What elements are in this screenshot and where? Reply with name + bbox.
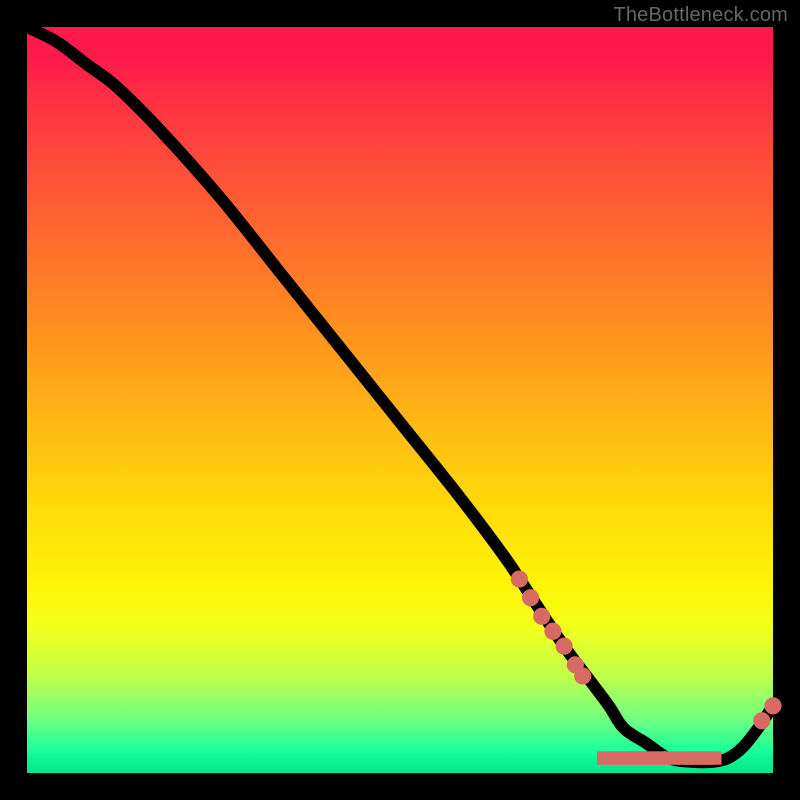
chart-svg: [27, 27, 773, 773]
bottleneck-curve: [27, 27, 773, 762]
highlight-marker: [513, 572, 526, 585]
watermark-text: TheBottleneck.com: [613, 4, 788, 27]
chart-frame: TheBottleneck.com: [0, 0, 800, 800]
end-marker: [755, 714, 768, 727]
highlight-marker: [557, 639, 570, 652]
highlight-marker: [535, 610, 548, 623]
barcode-cluster: [605, 751, 713, 764]
highlight-marker: [546, 625, 559, 638]
highlight-marker: [576, 669, 589, 682]
plot-area: [27, 27, 773, 773]
end-marker: [766, 699, 779, 712]
highlight-marker: [524, 591, 537, 604]
